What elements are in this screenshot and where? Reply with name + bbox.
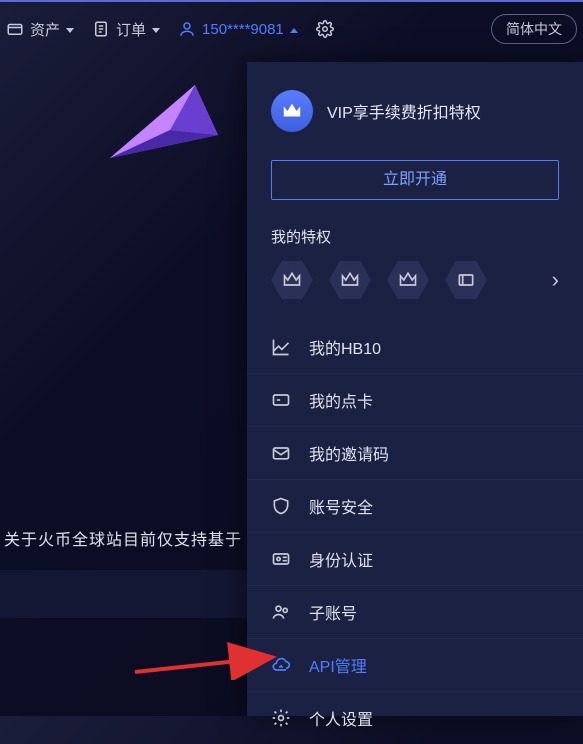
diamond-graphic xyxy=(100,80,220,180)
notice-bar xyxy=(0,570,247,618)
user-icon xyxy=(178,20,196,38)
menu-personal[interactable]: 个人设置 xyxy=(247,692,583,744)
cloud-icon xyxy=(271,655,291,675)
privilege-badge-3[interactable] xyxy=(387,259,429,301)
nav-orders[interactable]: 订单 xyxy=(92,19,160,40)
nav-assets-label: 资产 xyxy=(30,19,60,40)
crown-badge-icon xyxy=(271,90,313,132)
menu-card[interactable]: 我的点卡 xyxy=(247,374,583,427)
users-icon xyxy=(271,602,291,622)
account-menu: 我的HB10 我的点卡 我的邀请码 账号安全 身份认证 xyxy=(247,321,583,744)
menu-invite[interactable]: 我的邀请码 xyxy=(247,427,583,480)
envelope-icon xyxy=(271,443,291,463)
privileges-title: 我的特权 xyxy=(271,226,559,247)
privilege-badge-4[interactable] xyxy=(445,259,487,301)
document-icon xyxy=(92,20,110,38)
menu-hb10[interactable]: 我的HB10 xyxy=(247,321,583,374)
nav-orders-label: 订单 xyxy=(116,19,146,40)
account-dropdown-panel: VIP享手续费折扣特权 立即开通 我的特权 › 我的HB10 xyxy=(247,62,583,716)
menu-hb10-label: 我的HB10 xyxy=(309,335,381,359)
menu-identity[interactable]: 身份认证 xyxy=(247,533,583,586)
caret-down-icon xyxy=(152,28,160,33)
activate-button[interactable]: 立即开通 xyxy=(271,160,559,200)
language-selector[interactable]: 简体中文 xyxy=(491,14,577,44)
top-nav: 资产 订单 150****9081 简体中文 xyxy=(0,0,583,56)
menu-security-label: 账号安全 xyxy=(309,494,373,518)
privilege-badge-2[interactable] xyxy=(329,259,371,301)
menu-api-label: API管理 xyxy=(309,653,367,677)
menu-personal-label: 个人设置 xyxy=(309,706,373,730)
privilege-badges: › xyxy=(247,259,583,301)
menu-subaccount-label: 子账号 xyxy=(309,600,357,624)
settings-icon xyxy=(271,708,291,728)
menu-invite-label: 我的邀请码 xyxy=(309,441,389,465)
chart-icon xyxy=(271,337,291,357)
chevron-right-icon[interactable]: › xyxy=(552,267,559,293)
nav-account-label: 150****9081 xyxy=(202,21,284,38)
caret-up-icon xyxy=(290,28,298,33)
menu-security[interactable]: 账号安全 xyxy=(247,480,583,533)
privilege-badge-1[interactable] xyxy=(271,259,313,301)
activate-label: 立即开通 xyxy=(383,171,447,188)
card-icon xyxy=(271,390,291,410)
notice-text: 关于火币全球站目前仅支持基于 xyxy=(0,520,246,556)
wallet-icon xyxy=(6,20,24,38)
shield-icon xyxy=(271,496,291,516)
menu-identity-label: 身份认证 xyxy=(309,547,373,571)
vip-text: VIP享手续费折扣特权 xyxy=(327,99,481,123)
gear-icon[interactable] xyxy=(316,20,334,38)
caret-down-icon xyxy=(66,28,74,33)
menu-card-label: 我的点卡 xyxy=(309,388,373,412)
menu-subaccount[interactable]: 子账号 xyxy=(247,586,583,639)
nav-assets[interactable]: 资产 xyxy=(6,19,74,40)
language-label: 简体中文 xyxy=(506,21,562,37)
id-icon xyxy=(271,549,291,569)
menu-api[interactable]: API管理 xyxy=(247,639,583,692)
nav-account[interactable]: 150****9081 xyxy=(178,20,298,38)
vip-row: VIP享手续费折扣特权 xyxy=(247,62,583,142)
